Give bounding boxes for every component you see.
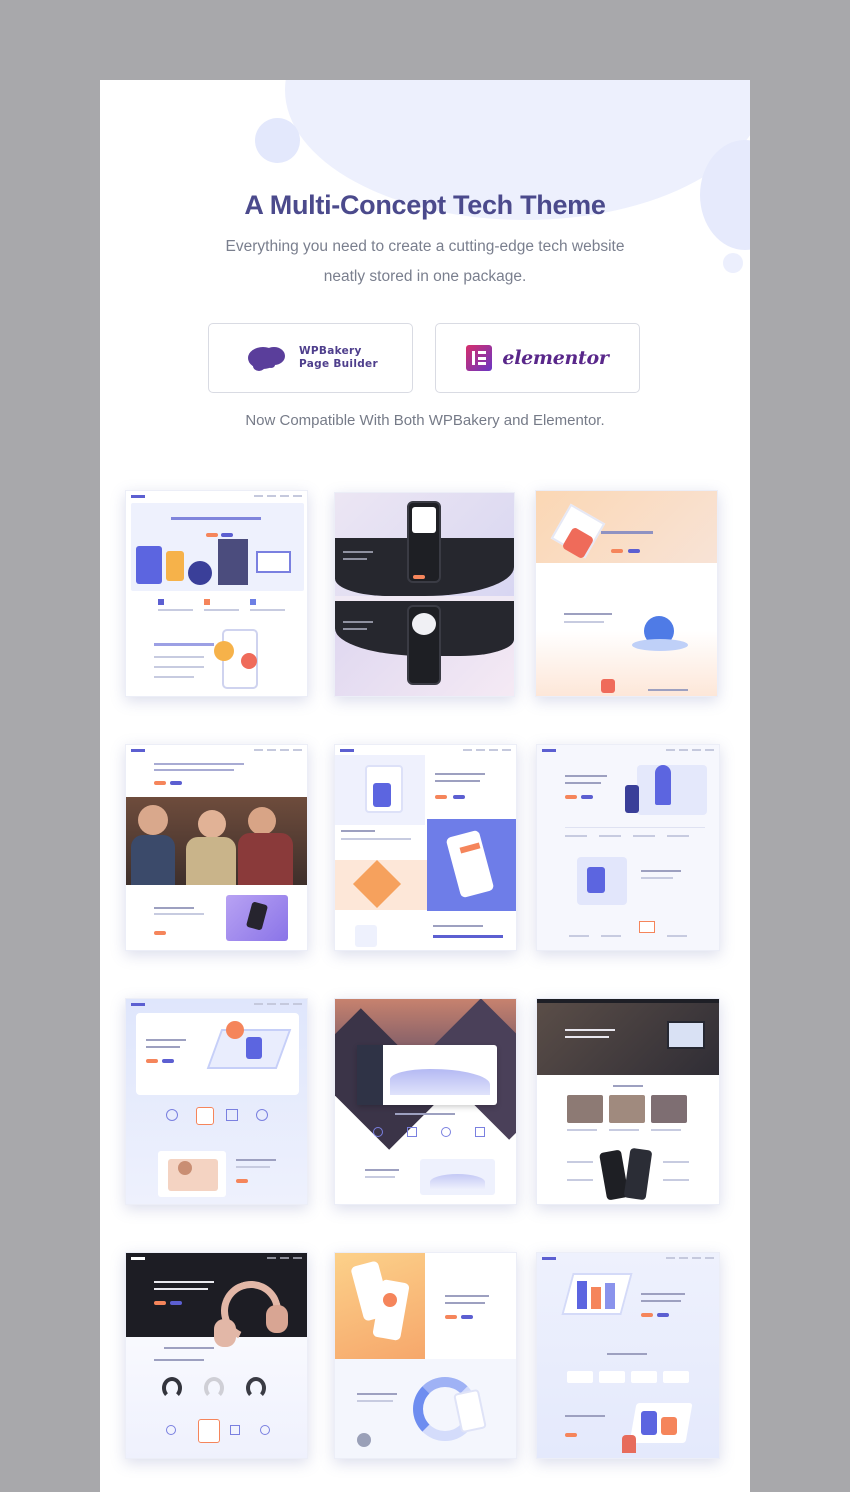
background-blob-small (255, 118, 300, 163)
wpbakery-label: WPBakery Page Builder (299, 345, 378, 370)
demo-preview-2[interactable] (334, 492, 515, 697)
demo-preview-7[interactable] (125, 998, 308, 1205)
rocket-illustration-icon (655, 765, 671, 805)
elementor-logo-icon (466, 345, 493, 371)
elementor-label: elementor (502, 347, 609, 369)
demo-preview-4[interactable] (125, 744, 308, 951)
demo-preview-10[interactable] (125, 1252, 308, 1459)
elementor-button[interactable]: elementor (435, 323, 640, 393)
demo-preview-9[interactable] (536, 998, 720, 1205)
demo-preview-1[interactable] (125, 490, 308, 697)
demo-preview-5[interactable] (334, 744, 517, 951)
demo-preview-11[interactable] (334, 1252, 517, 1459)
compatibility-note: Now Compatible With Both WPBakery and El… (245, 412, 605, 429)
showcase-card: A Multi-Concept Tech Theme Everything yo… (100, 80, 750, 1492)
wpbakery-cloud-icon (248, 347, 286, 371)
demo-preview-6[interactable] (536, 744, 720, 951)
demo-preview-3[interactable] (535, 490, 718, 697)
hero-title: A Multi-Concept Tech Theme (244, 190, 606, 220)
demo-preview-12[interactable] (536, 1252, 720, 1459)
hero-subtitle: Everything you need to create a cutting-… (100, 232, 750, 292)
demo-preview-8[interactable] (334, 998, 517, 1205)
hero-subtitle-line-2: neatly stored in one package. (323, 268, 527, 285)
wpbakery-button[interactable]: WPBakery Page Builder (208, 323, 413, 393)
hero-subtitle-line-1: Everything you need to create a cutting-… (225, 238, 625, 255)
